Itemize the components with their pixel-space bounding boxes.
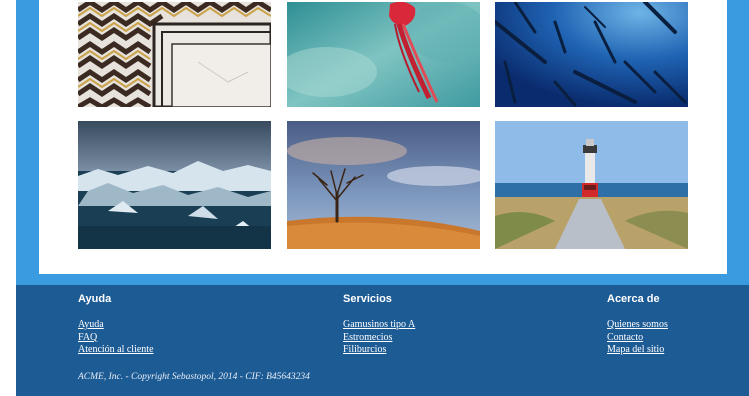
footer-heading-acerca: Acerca de bbox=[607, 293, 660, 305]
footer-link-atencion-cliente[interactable]: Atención al cliente bbox=[78, 344, 154, 355]
footer-link-quienes-somos[interactable]: Quienes somos bbox=[607, 319, 668, 330]
footer-link-filiburcios[interactable]: Filiburcios bbox=[343, 344, 386, 355]
copyright-text: ACME, Inc. - Copyright Sebastopol, 2014 … bbox=[78, 372, 310, 382]
site-footer: Ayuda Ayuda FAQ Atención al cliente Serv… bbox=[16, 285, 749, 396]
footer-heading-ayuda: Ayuda bbox=[78, 293, 112, 305]
footer-heading-servicios: Servicios bbox=[343, 293, 392, 305]
fish-school-image[interactable] bbox=[495, 2, 688, 107]
jellyfish-image[interactable] bbox=[287, 2, 480, 107]
footer-link-estromecios[interactable]: Estromecios bbox=[343, 332, 392, 343]
footer-link-contacto[interactable]: Contacto bbox=[607, 332, 643, 343]
footer-column-acerca: Acerca de Quienes somos Contacto Mapa de… bbox=[607, 293, 668, 357]
footer-column-servicios: Servicios Gamusinos tipo A Estromecios F… bbox=[343, 293, 415, 357]
footer-column-ayuda: Ayuda Ayuda FAQ Atención al cliente bbox=[78, 293, 154, 357]
footer-link-mapa-sitio[interactable]: Mapa del sitio bbox=[607, 344, 664, 355]
footer-link-ayuda[interactable]: Ayuda bbox=[78, 319, 104, 330]
footer-link-gamusinos[interactable]: Gamusinos tipo A bbox=[343, 319, 415, 330]
lone-tree-image[interactable] bbox=[287, 121, 480, 249]
lighthouse-road-image[interactable] bbox=[495, 121, 688, 249]
footer-link-faq[interactable]: FAQ bbox=[78, 332, 97, 343]
marble-floor-image[interactable] bbox=[78, 2, 271, 107]
icebergs-image[interactable] bbox=[78, 121, 271, 249]
